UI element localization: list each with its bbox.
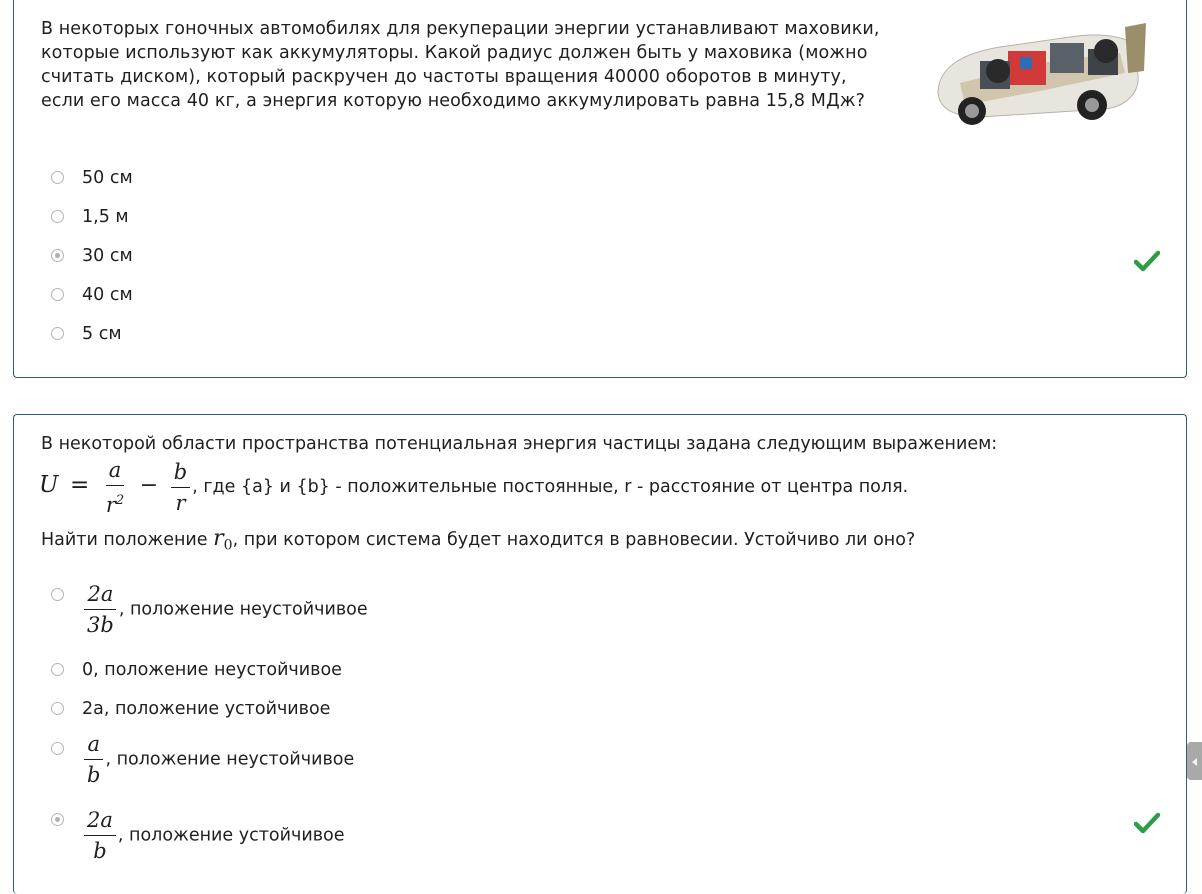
radio-button[interactable] [51, 171, 64, 184]
option-label: 0, положение неустойчивое [82, 660, 342, 680]
option-5[interactable]: 2a b , положение устойчивое [51, 805, 1151, 875]
fraction-2a-over-3b: 2a 3b [84, 579, 117, 640]
fraction-a-over-r2: a r2 [103, 455, 127, 520]
formula-equals: = [69, 472, 90, 498]
option-label: 40 см [82, 285, 133, 305]
option-2[interactable]: 1,5 м [51, 202, 1151, 232]
radio-button[interactable] [51, 210, 64, 223]
option-1[interactable]: 50 см [51, 163, 1151, 193]
radio-button[interactable] [51, 327, 64, 340]
checkmark-icon [1134, 812, 1160, 834]
radio-button-selected[interactable] [51, 813, 64, 826]
question-card-1: В некоторых гоночных автомобилях для рек… [13, 0, 1187, 378]
formula-minus: − [139, 473, 159, 498]
radio-button-selected[interactable] [51, 249, 64, 262]
radio-button[interactable] [51, 288, 64, 301]
option-3[interactable]: 2a, положение устойчивое [51, 694, 1151, 724]
option-label: 50 см [82, 168, 133, 188]
option-label: 2a, положение устойчивое [82, 699, 331, 719]
fraction-2a-over-b: 2a b [84, 805, 116, 866]
formula-line: U = a r2 − b r , где {a} и {b} - положит… [39, 453, 908, 520]
question-text-line-3: Найти положение r0, при котором система … [41, 526, 916, 554]
formula-lhs: U [39, 472, 59, 498]
option-1[interactable]: 2a 3b , положение неустойчивое [51, 579, 1151, 649]
radio-button[interactable] [51, 663, 64, 676]
option-label: 5 см [82, 324, 122, 344]
radio-button[interactable] [51, 588, 64, 601]
question-text: В некоторых гоночных автомобилях для рек… [41, 19, 880, 111]
option-label: a b , положение неустойчивое [82, 729, 354, 790]
checkmark-icon [1134, 250, 1160, 272]
chevron-left-icon[interactable] [1187, 742, 1202, 780]
denominator: r2 [105, 492, 125, 517]
option-label: 2a b , положение устойчивое [82, 805, 345, 866]
race-car-image [937, 23, 1146, 125]
option-label: 1,5 м [82, 207, 129, 227]
numerator: a [105, 455, 125, 486]
option-label: 30 см [82, 246, 133, 266]
question-card-2: В некоторой области пространства потенци… [13, 414, 1187, 894]
option-4[interactable]: 40 см [51, 280, 1151, 310]
option-4[interactable]: a b , положение неустойчивое [51, 729, 1151, 799]
numerator: b [170, 457, 191, 488]
radio-button[interactable] [51, 742, 64, 755]
option-label: 2a 3b , положение неустойчивое [82, 579, 368, 640]
denominator: r [175, 490, 186, 515]
option-5[interactable]: 5 см [51, 319, 1151, 349]
formula-tail: , где {a} и {b} - положительные постоянн… [192, 477, 909, 497]
radio-button[interactable] [51, 702, 64, 715]
fraction-b-over-r: b r [170, 457, 191, 518]
option-3[interactable]: 30 см [51, 241, 1151, 271]
option-2[interactable]: 0, положение неустойчивое [51, 655, 1151, 685]
fraction-a-over-b: a b [84, 729, 103, 790]
